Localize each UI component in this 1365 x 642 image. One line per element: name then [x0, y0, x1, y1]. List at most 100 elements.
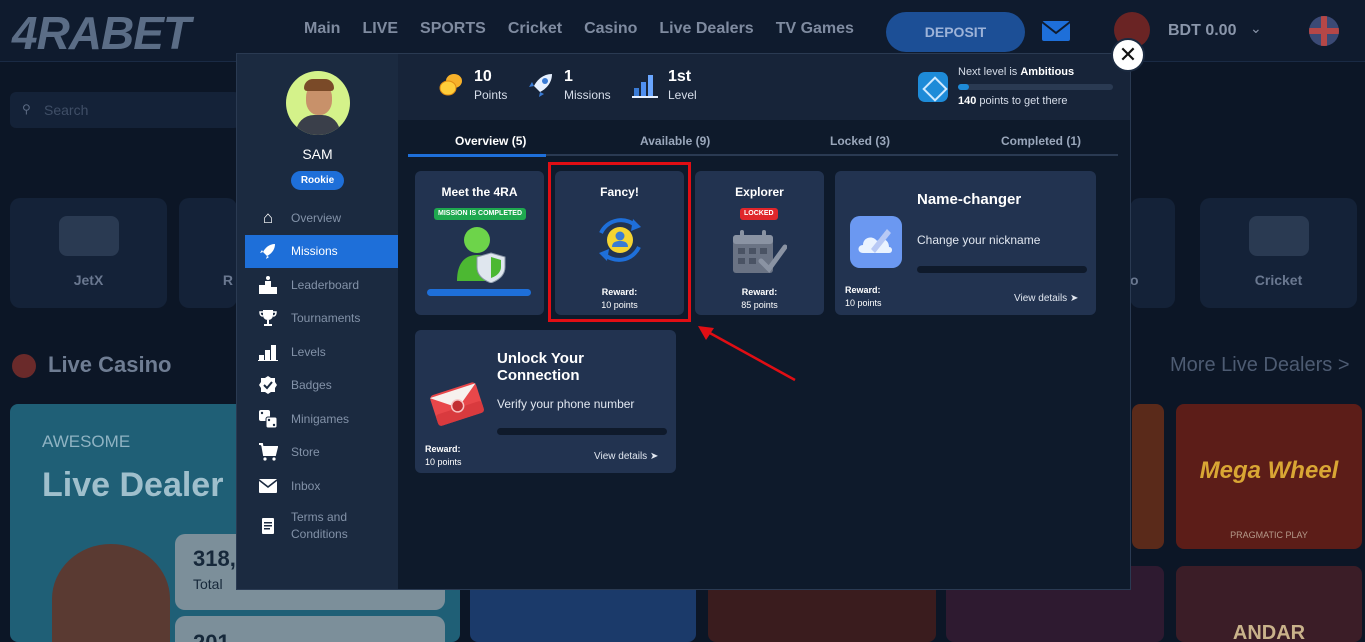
- promo-stat-value: 318,: [193, 546, 236, 571]
- game-name: o: [1130, 272, 1139, 288]
- andar-title: ANDAR: [1232, 622, 1306, 642]
- next-level-text: Next level is Ambitious: [958, 66, 1075, 78]
- next-level-panel: Next level is Ambitious 140 points to ge…: [918, 66, 1118, 110]
- points-needed: 140: [958, 95, 977, 107]
- tab-overview[interactable]: Overview (5): [455, 134, 526, 148]
- next-level-name: Ambitious: [1020, 66, 1075, 78]
- mission-tabs: Overview (5) Available (9) Locked (3) Co…: [408, 130, 1118, 157]
- view-details-link[interactable]: View details ➤: [1014, 293, 1078, 304]
- game-tile[interactable]: o: [1130, 198, 1175, 308]
- mission-card-unlock-connection[interactable]: Unlock Your Connection Verify your phone…: [415, 330, 676, 473]
- balance-display[interactable]: BDT 0.00: [1168, 22, 1236, 40]
- close-button[interactable]: ✕: [1111, 38, 1145, 72]
- mission-progress-bar: [917, 266, 1087, 273]
- sidebar-item-missions[interactable]: Missions: [245, 234, 398, 268]
- game-name: JetX: [73, 272, 104, 288]
- level-label: Level: [668, 88, 697, 102]
- mission-card-meet-4ra[interactable]: Meet the 4RA MISSION IS COMPLETED: [415, 171, 544, 315]
- sidebar-item-label: Overview: [291, 210, 342, 225]
- mission-subtitle: Change your nickname: [917, 233, 1041, 247]
- cloud-pencil-icon: [850, 216, 902, 268]
- nav-live-dealers[interactable]: Live Dealers: [659, 20, 753, 38]
- nav-main[interactable]: Main: [304, 20, 340, 38]
- missions-value: 1: [564, 68, 573, 85]
- mission-title: Explorer: [735, 185, 784, 199]
- sidebar-item-label: Tournaments: [291, 311, 361, 326]
- sidebar-menu: ⌂ Overview Missions Leaderboard Tourname…: [245, 201, 398, 549]
- promo-stat-value: 201: [193, 630, 230, 642]
- search-placeholder: Search: [44, 102, 89, 118]
- game-tile-cricket[interactable]: Cricket: [1200, 198, 1357, 308]
- live-casino-title: Live Casino: [48, 352, 172, 377]
- jet-icon: [58, 216, 119, 256]
- sidebar-item-tournaments[interactable]: Tournaments: [245, 302, 398, 336]
- profile-avatar: [286, 71, 350, 135]
- sidebar-item-label: Leaderboard: [291, 277, 360, 292]
- mega-wheel-tile[interactable]: Mega Wheel PRAGMATIC PLAY: [1176, 404, 1362, 549]
- live-game-tile[interactable]: [1132, 404, 1164, 549]
- cart-icon: [257, 442, 279, 462]
- sidebar-item-badges[interactable]: Badges: [245, 369, 398, 403]
- nav-tv-games[interactable]: TV Games: [776, 20, 854, 38]
- arrow-right-icon: ➤: [1069, 293, 1079, 304]
- promo-title: Live Dealer: [42, 466, 224, 504]
- sidebar-item-label: Badges: [291, 378, 332, 393]
- mission-progress-bar: [497, 428, 667, 435]
- tab-available[interactable]: Available (9): [640, 134, 710, 148]
- home-icon: ⌂: [262, 207, 274, 227]
- sidebar-item-terms[interactable]: Terms and Conditions: [245, 503, 398, 549]
- points-label: Points: [474, 88, 508, 102]
- mail-icon[interactable]: [1040, 18, 1072, 44]
- locked-badge: LOCKED: [740, 208, 778, 220]
- mega-wheel-title: Mega Wheel: [1199, 457, 1339, 484]
- mission-title: Unlock Your Connection: [497, 350, 584, 384]
- trophy-icon: [257, 308, 279, 328]
- sidebar-item-label: Minigames: [291, 411, 350, 426]
- nav-cricket[interactable]: Cricket: [508, 20, 562, 38]
- highlight-box: [548, 162, 691, 322]
- game-name: R: [222, 272, 233, 288]
- reward-value: 10 points: [425, 457, 462, 467]
- next-level-progress: [958, 84, 1113, 90]
- sidebar-item-label: Inbox: [291, 478, 321, 493]
- sidebar-item-label: Store: [291, 445, 320, 460]
- game-tile-jetx[interactable]: JetX: [10, 198, 167, 308]
- promo-stat-card: 201: [175, 616, 445, 642]
- arrow-right-icon: ➤: [649, 451, 659, 462]
- language-flag-icon[interactable]: [1309, 16, 1339, 46]
- view-details-link[interactable]: View details ➤: [594, 451, 658, 462]
- sidebar-item-store[interactable]: Store: [245, 436, 398, 470]
- mission-progress-bar: [427, 289, 531, 296]
- sidebar-item-overview[interactable]: ⌂ Overview: [245, 201, 398, 235]
- more-live-dealers-link[interactable]: More Live Dealers >: [1170, 354, 1350, 377]
- mission-card-name-changer[interactable]: Name-changer Change your nickname Reward…: [835, 171, 1096, 315]
- sidebar-item-levels[interactable]: Levels: [245, 335, 398, 369]
- calendar-check-icon: [733, 230, 787, 273]
- envelope-icon: [429, 382, 484, 426]
- tab-completed[interactable]: Completed (1): [1001, 134, 1081, 148]
- site-logo[interactable]: 4RABET: [12, 6, 191, 60]
- game-tile[interactable]: R: [179, 198, 237, 308]
- andar-tile[interactable]: ANDAR: [1176, 566, 1362, 642]
- sidebar-item-inbox[interactable]: Inbox: [245, 469, 398, 503]
- missions-label: Missions: [564, 88, 611, 102]
- search-input[interactable]: ⚲ Search: [10, 92, 240, 128]
- nav-casino[interactable]: Casino: [584, 20, 637, 38]
- provider-label: PRAGMATIC PLAY: [1230, 530, 1308, 540]
- chevron-down-icon[interactable]: ⌄: [1250, 20, 1262, 37]
- nav-sports[interactable]: SPORTS: [420, 20, 486, 38]
- document-icon: [257, 516, 279, 536]
- profile-name: SAM: [302, 146, 333, 162]
- nav-live[interactable]: LIVE: [362, 20, 398, 38]
- tab-locked[interactable]: Locked (3): [830, 134, 890, 148]
- sidebar-item-minigames[interactable]: Minigames: [245, 402, 398, 436]
- deposit-button[interactable]: DEPOSIT: [886, 12, 1025, 52]
- profile-sidebar: SAM Rookie ⌂ Overview Missions Leaderboa…: [237, 54, 398, 589]
- reward-value: 85 points: [741, 300, 778, 310]
- annotation-arrow-icon: [698, 326, 796, 382]
- reward-label: Reward:: [425, 444, 461, 454]
- level-value: 1st: [668, 68, 692, 85]
- sidebar-item-leaderboard[interactable]: Leaderboard: [245, 268, 398, 302]
- sidebar-item-label: Terms and Conditions: [291, 509, 348, 541]
- mission-card-explorer[interactable]: Explorer LOCKED Reward: 85 points: [695, 171, 824, 315]
